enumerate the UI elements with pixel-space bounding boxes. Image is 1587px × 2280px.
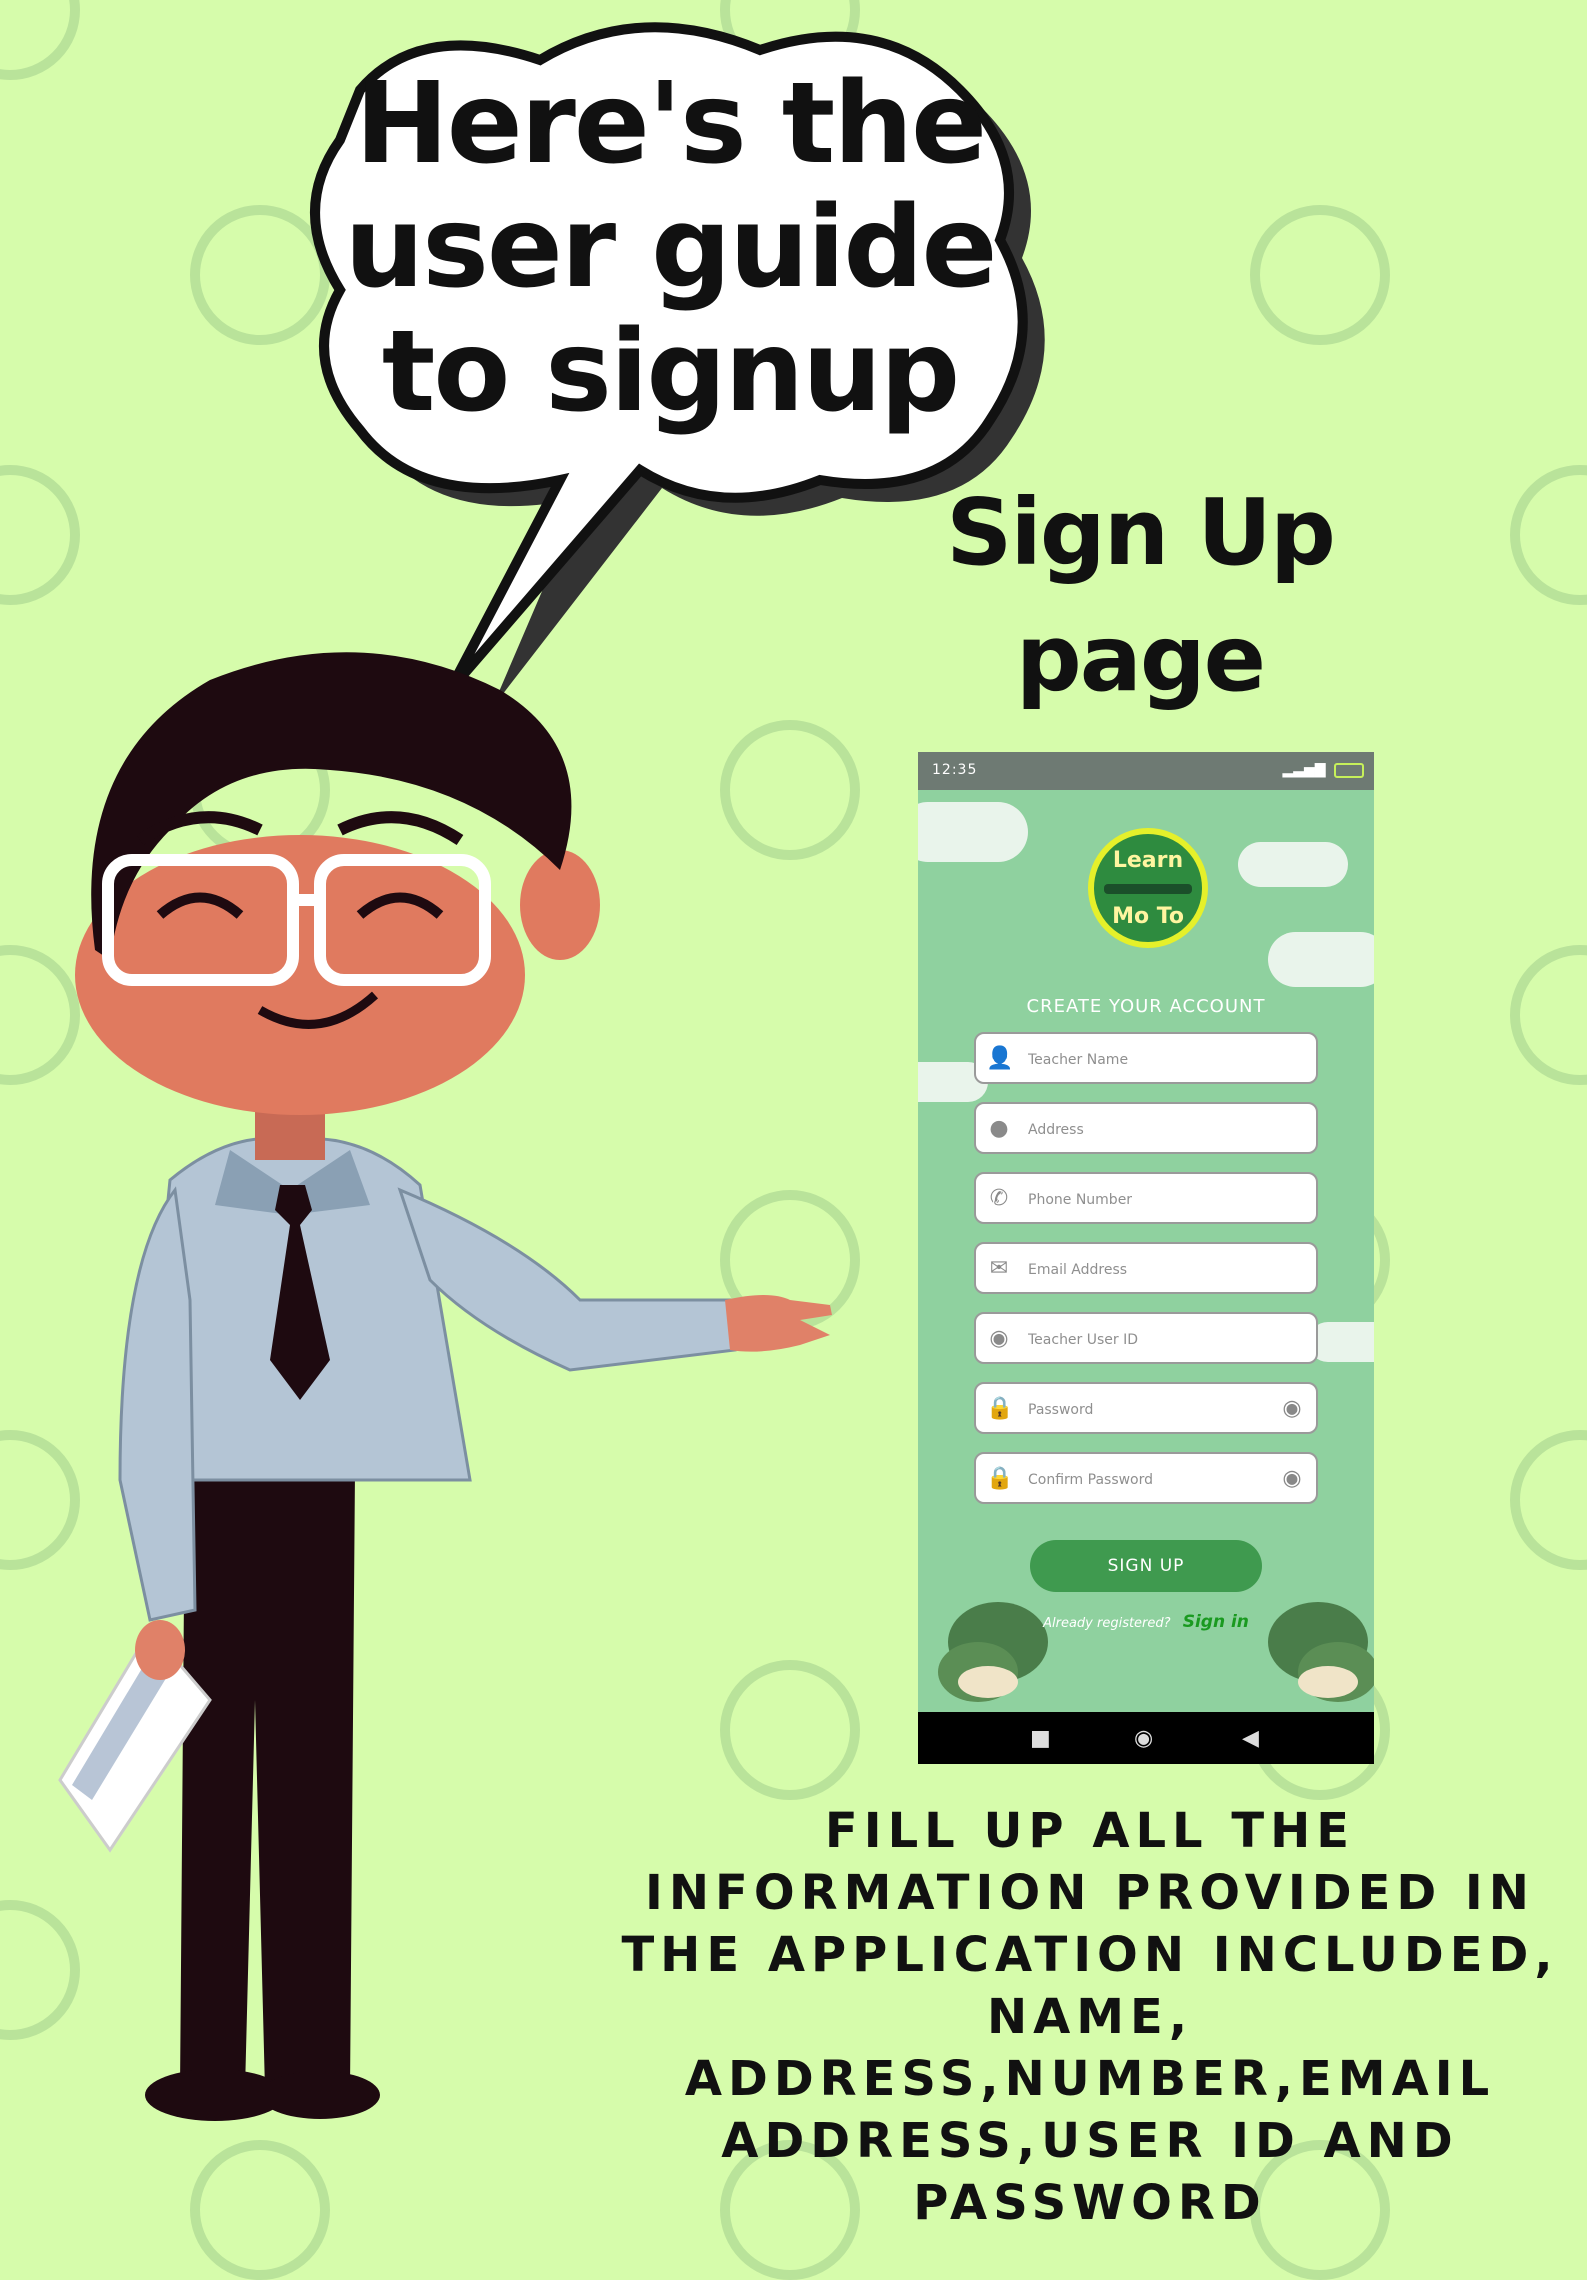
cloud-decoration <box>1238 842 1348 887</box>
home-icon[interactable]: ◉ <box>1134 1726 1153 1751</box>
user-id-input[interactable] <box>1026 1324 1270 1356</box>
email-field[interactable]: ✉ <box>974 1242 1318 1294</box>
already-registered-text: Already registered? <box>1043 1616 1171 1631</box>
email-input[interactable] <box>1026 1254 1270 1286</box>
dinosaur-decoration <box>938 1602 1374 1702</box>
user-id-field[interactable]: ◉ <box>974 1312 1318 1364</box>
phone-number-field[interactable]: ✆ <box>974 1172 1318 1224</box>
back-icon[interactable]: ◀ <box>1242 1726 1259 1751</box>
phone-icon: ✆ <box>989 1186 1009 1211</box>
confirm-password-field[interactable]: 🔒 ◉ <box>974 1452 1318 1504</box>
phone-screenshot: 12:35 ▂▃▅▇ Learn Mo To CREATE YOUR ACCOU… <box>918 752 1374 1764</box>
address-input[interactable] <box>1026 1114 1270 1146</box>
speech-bubble-text: Here's the user guide to signup <box>344 59 997 437</box>
status-bar: 12:35 ▂▃▅▇ <box>918 752 1374 790</box>
password-input[interactable] <box>1026 1394 1270 1426</box>
password-field[interactable]: 🔒 ◉ <box>974 1382 1318 1434</box>
phone-number-input[interactable] <box>1026 1184 1270 1216</box>
teacher-name-input[interactable] <box>1026 1044 1270 1076</box>
app-logo: Learn Mo To <box>1088 828 1208 948</box>
status-time: 12:35 <box>932 762 978 778</box>
show-confirm-password-icon[interactable]: ◉ <box>1278 1466 1306 1492</box>
mail-icon: ✉ <box>989 1256 1009 1281</box>
person-icon: 👤 <box>986 1046 1014 1071</box>
teacher-name-field[interactable]: 👤 <box>974 1032 1318 1084</box>
android-nav-bar: ■ ◉ ◀ <box>918 1712 1374 1764</box>
show-password-icon[interactable]: ◉ <box>1278 1396 1306 1422</box>
cloud-decoration <box>918 802 1028 862</box>
sign-in-link[interactable]: Sign in <box>1183 1612 1249 1632</box>
battery-icon <box>1334 762 1364 778</box>
recents-icon[interactable]: ■ <box>1030 1726 1051 1751</box>
logo-text-bottom: Mo To <box>1112 904 1184 929</box>
confirm-password-input[interactable] <box>1026 1464 1270 1496</box>
already-registered: Already registered? Sign in <box>918 1612 1374 1632</box>
page-title: Sign Up page <box>946 479 1336 712</box>
address-field[interactable]: ● <box>974 1102 1318 1154</box>
logo-text-top: Learn <box>1112 848 1184 873</box>
cloud-decoration <box>1268 932 1374 987</box>
status-icons: ▂▃▅▇ <box>1282 762 1364 778</box>
lock-icon: 🔒 <box>986 1466 1014 1491</box>
account-circle-icon: ◉ <box>989 1326 1009 1351</box>
location-pin-icon: ● <box>989 1116 1009 1141</box>
instruction-caption: FILL UP ALL THE INFORMATION PROVIDED IN … <box>621 1803 1559 2231</box>
lock-icon: 🔒 <box>986 1396 1014 1421</box>
create-account-heading: CREATE YOUR ACCOUNT <box>1026 996 1266 1017</box>
